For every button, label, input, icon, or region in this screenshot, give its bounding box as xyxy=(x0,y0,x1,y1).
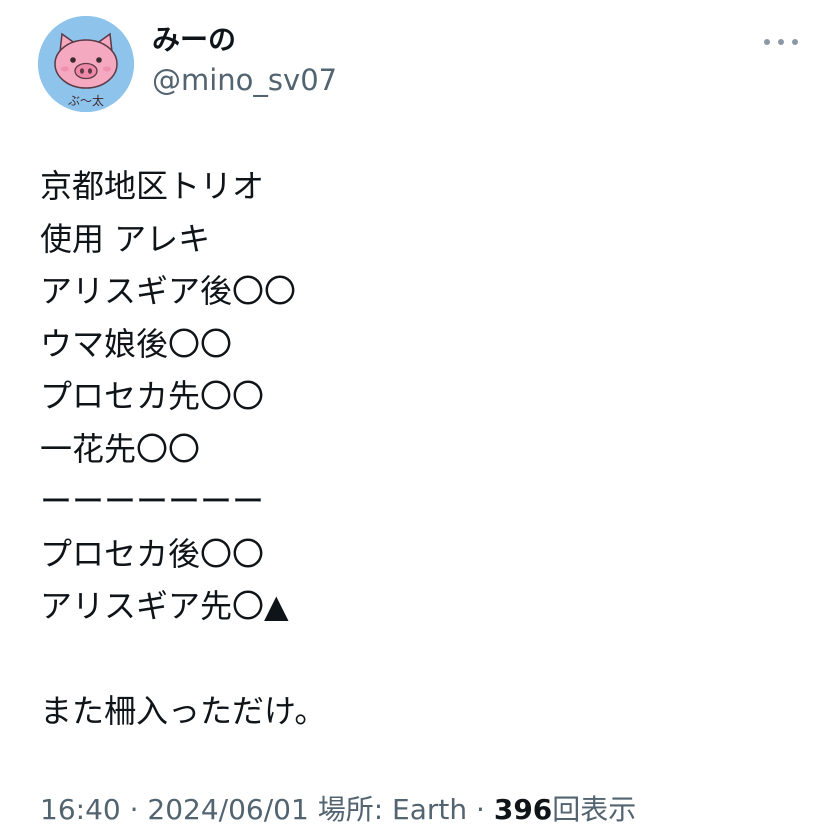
tweet-line xyxy=(40,633,800,686)
tweet-line: アリスギア後〇〇 xyxy=(40,272,297,310)
separator: · xyxy=(467,793,494,826)
tweet-header: ぶ〜太 みーの @mino_sv07 xyxy=(38,16,798,112)
tweet-line: アリスギア先〇▲ xyxy=(40,587,289,625)
tweet-date[interactable]: 2024/06/01 xyxy=(147,793,308,826)
views-count[interactable]: 396 xyxy=(494,793,552,826)
tweet-line: プロセカ後〇〇 xyxy=(40,534,265,573)
tweet-line: 京都地区トリオ xyxy=(40,167,265,205)
tweet-line: 使用 アレキ xyxy=(40,219,211,258)
handle[interactable]: @mino_sv07 xyxy=(152,62,337,98)
tweet-line: また柵入っただけ。 xyxy=(40,692,327,730)
avatar-caption: ぶ〜太 xyxy=(68,93,104,108)
tweet-line: ーーーーーーー xyxy=(40,482,265,520)
more-dots-icon xyxy=(764,39,770,45)
tweet-metadata: 16:40 · 2024/06/01 場所: Earth · 396回表示 xyxy=(40,790,636,830)
more-options-button[interactable] xyxy=(764,34,798,50)
separator: · xyxy=(120,793,148,826)
tweet-line: ウマ娘後〇〇 xyxy=(40,324,233,363)
tweet-time[interactable]: 16:40 xyxy=(40,793,121,826)
location[interactable]: Earth xyxy=(392,793,467,826)
tweet-line: 一花先〇〇 xyxy=(40,429,201,468)
tweet-text: 京都地区トリオ 使用 アレキ アリスギア後〇〇 ウマ娘後〇〇 プロセカ先〇〇 一… xyxy=(40,160,800,738)
tweet-line: プロセカ先〇〇 xyxy=(40,377,265,415)
more-dots-icon xyxy=(778,39,784,45)
pig-face-icon: ぶ〜太 xyxy=(38,16,134,112)
author-names: みーの @mino_sv07 xyxy=(152,22,337,98)
display-name[interactable]: みーの xyxy=(152,22,337,58)
views-label: 回表示 xyxy=(552,793,637,826)
more-dots-icon xyxy=(792,39,798,45)
location-label: 場所: xyxy=(308,793,393,826)
avatar[interactable]: ぶ〜太 xyxy=(38,16,134,112)
